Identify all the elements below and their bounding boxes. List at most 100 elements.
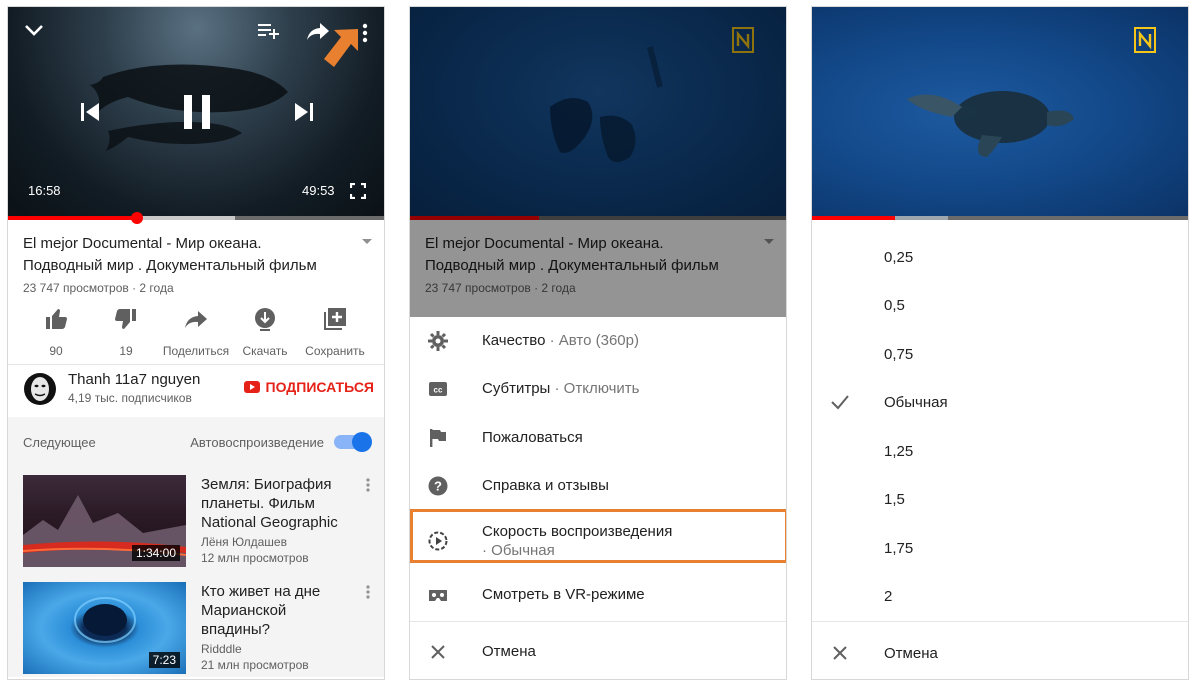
speed-label: 1,25 [884, 443, 914, 460]
played-bar [812, 216, 896, 220]
more-vert-icon[interactable] [362, 23, 368, 43]
menu-sublabel: · Отключить [550, 380, 640, 397]
speed-option[interactable]: 0,25 [812, 233, 1188, 281]
like-button[interactable]: 90 [18, 307, 94, 358]
player-screen: 16:58 49:53 El mejor Documental - Мир ок… [7, 6, 385, 680]
video-views: 21 млн просмотров [201, 658, 309, 672]
video-views: 12 млн просмотров [201, 551, 309, 565]
expand-description-icon[interactable] [362, 239, 372, 244]
download-label: Скачать [242, 344, 288, 358]
orange-arrow-annotation [324, 29, 358, 67]
speed-option[interactable]: 1,25 [812, 427, 1188, 475]
video-author: Ridddle [201, 642, 242, 656]
cc-icon: cc [429, 382, 447, 396]
share-button[interactable]: Поделиться [158, 307, 234, 358]
pause-icon[interactable] [182, 95, 212, 129]
speed-label: Обычная [884, 394, 948, 411]
progress-bar[interactable] [812, 216, 1188, 220]
video-thumbnail[interactable]: 7:23 [23, 582, 186, 674]
scrub-handle[interactable] [130, 212, 143, 224]
list-item[interactable]: 1:34:00 Земля: Биография планеты. Фильм … [23, 475, 373, 567]
add-to-playlist-icon[interactable] [258, 23, 280, 39]
speed-label: 1,75 [884, 540, 914, 557]
video-title: El mejor Documental - Мир океана. Подвод… [23, 233, 353, 277]
title-line: Земля: Биография [201, 476, 332, 493]
speed-option[interactable]: 2 [812, 572, 1188, 620]
cancel-label: Отмена [884, 645, 938, 662]
menu-label: Отмена [482, 643, 536, 660]
chevron-down-icon[interactable] [24, 23, 44, 37]
speed-label: 0,5 [884, 297, 905, 314]
toggle-knob [352, 432, 372, 452]
video-title-line2: Подводный мир . Документальный фильм [23, 257, 317, 274]
close-icon [431, 645, 445, 659]
channel-subscribers: 4,19 тыс. подписчиков [68, 391, 192, 405]
fullscreen-icon[interactable] [350, 183, 366, 199]
action-bar: 90 19 Поделиться Скачать Сохранить [8, 307, 384, 363]
svg-text:?: ? [434, 479, 442, 494]
title-line: планеты. Фильм [201, 495, 315, 512]
add-to-playlist-icon [324, 308, 346, 330]
help-icon: ? [428, 476, 448, 496]
avatar[interactable] [24, 373, 56, 405]
video-player[interactable] [812, 7, 1188, 219]
playback-speed-menu: 0,25 0,5 0,75 Обычная 1,25 1,5 1,75 2 От… [812, 227, 1188, 679]
speed-label: 0,75 [884, 346, 914, 363]
share-label: Поделиться [162, 344, 230, 358]
channel-row[interactable]: Thanh 11a7 nguyen 4,19 тыс. подписчиков … [8, 365, 384, 415]
menu-item-subtitles[interactable]: cc Субтитры · Отключить [410, 365, 786, 413]
menu-label: Справка и отзывы [482, 477, 609, 494]
save-button[interactable]: Сохранить [297, 307, 373, 358]
speed-option[interactable]: 1,75 [812, 524, 1188, 572]
subscribe-label: ПОДПИСАТЬСЯ [265, 379, 374, 395]
menu-label: Субтитры [482, 380, 551, 397]
video-thumbnail[interactable]: 1:34:00 [23, 475, 186, 567]
gear-icon [428, 331, 448, 351]
video-duration: 1:34:00 [131, 545, 180, 561]
menu-item-quality[interactable]: Качество · Авто (360p) [410, 317, 786, 365]
up-next-label: Следующее [23, 435, 96, 450]
close-icon [833, 646, 847, 660]
more-vert-icon[interactable] [363, 584, 373, 602]
previous-icon[interactable] [80, 102, 100, 122]
video-title-line1: El mejor Documental - Мир океана. [23, 235, 262, 252]
list-item[interactable]: 7:23 Кто живет на дне Марианской впадины… [23, 582, 373, 674]
flag-icon [430, 429, 446, 447]
video-title[interactable]: Кто живет на дне Марианской впадины? [201, 582, 356, 639]
up-next-section: Следующее Автовоспроизведение 1:34:00 Зе… [8, 417, 384, 677]
next-icon[interactable] [294, 102, 314, 122]
menu-item-help[interactable]: ? Справка и отзывы [410, 462, 786, 510]
video-player[interactable]: 16:58 49:53 [8, 7, 384, 219]
progress-bar[interactable] [8, 212, 384, 224]
dislike-button[interactable]: 19 [88, 307, 164, 358]
download-icon [255, 308, 275, 331]
speed-option[interactable]: 0,75 [812, 330, 1188, 378]
menu-item-report[interactable]: Пожаловаться [410, 414, 786, 462]
dim-overlay[interactable] [410, 7, 786, 317]
turtle-silhouette [907, 91, 1074, 157]
video-author: Лёня Юлдашев [201, 535, 287, 549]
speed-option[interactable]: 1,5 [812, 475, 1188, 523]
menu-item-vr[interactable]: Смотреть в VR-режиме [410, 571, 786, 619]
video-title[interactable]: Земля: Биография планеты. Фильм National… [201, 475, 356, 532]
title-line: Марианской [201, 602, 287, 619]
speed-screen: 0,25 0,5 0,75 Обычная 1,25 1,5 1,75 2 От… [811, 6, 1189, 680]
current-time: 16:58 [28, 183, 61, 198]
menu-item-cancel[interactable]: Отмена [410, 628, 786, 676]
divider [812, 621, 1188, 622]
autoplay-toggle[interactable] [334, 432, 372, 452]
title-line: впадины? [201, 621, 270, 638]
more-vert-icon[interactable] [363, 477, 373, 495]
channel-name[interactable]: Thanh 11a7 nguyen [68, 371, 200, 388]
youtube-logo-icon [243, 381, 260, 393]
checkmark-icon [831, 395, 849, 410]
speed-option-selected[interactable]: Обычная [812, 378, 1188, 426]
speed-option[interactable]: 0,5 [812, 281, 1188, 329]
speed-label: 1,5 [884, 491, 905, 508]
subscribe-button[interactable]: ПОДПИСАТЬСЯ [243, 379, 374, 395]
options-menu: Качество · Авто (360p) cc Субтитры · Отк… [410, 317, 786, 679]
buffered-bar [895, 216, 949, 220]
title-line: National Geographic [201, 514, 338, 531]
download-button[interactable]: Скачать [227, 307, 303, 358]
cancel-button[interactable]: Отмена [812, 629, 1188, 677]
